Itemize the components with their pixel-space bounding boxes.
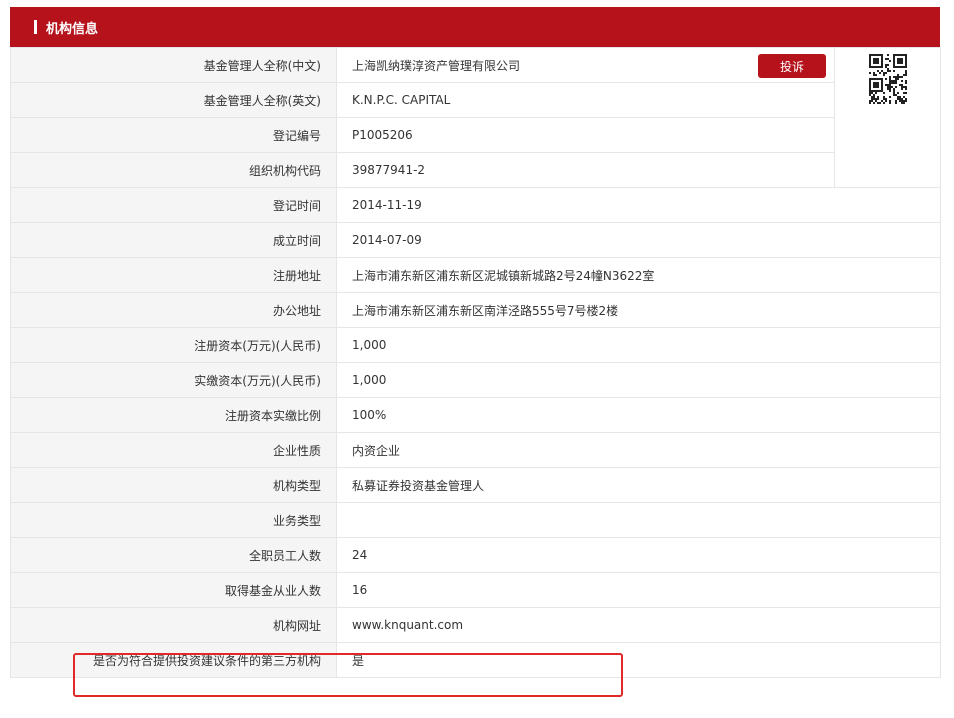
row-label: 是否为符合提供投资建议条件的第三方机构 <box>10 642 337 678</box>
row-label: 注册资本实缴比例 <box>10 397 337 433</box>
row-value: 2014-11-19 <box>336 187 941 223</box>
table-row: 登记时间 2014-11-19 <box>10 187 941 223</box>
row-value: 2014-07-09 <box>336 222 941 258</box>
row-label: 全职员工人数 <box>10 537 337 573</box>
row-label: 业务类型 <box>10 502 337 538</box>
row-value: 100% <box>336 397 941 433</box>
table-row: 基金管理人全称(英文) K.N.P.C. CAPITAL <box>10 82 941 118</box>
header-accent-bar <box>34 20 37 34</box>
row-value: 是 <box>336 642 941 678</box>
row-label: 基金管理人全称(中文) <box>10 47 337 83</box>
section-header: 机构信息 <box>10 7 940 47</box>
row-value: 24 <box>336 537 941 573</box>
row-value: 1,000 <box>336 362 941 398</box>
table-row: 成立时间 2014-07-09 <box>10 222 941 258</box>
row-label: 组织机构代码 <box>10 152 337 188</box>
row-value: 39877941-2 <box>336 152 835 188</box>
row-label: 企业性质 <box>10 432 337 468</box>
row-value: 私募证券投资基金管理人 <box>336 467 941 503</box>
qr-code-icon[interactable] <box>868 54 907 107</box>
table-row: 注册地址 上海市浦东新区浦东新区泥城镇新城路2号24幢N3622室 <box>10 257 941 293</box>
row-value-cell: 上海凯纳璞淳资产管理有限公司 投诉 <box>336 47 835 83</box>
website-link[interactable]: www.knquant.com <box>336 607 941 643</box>
row-value: 内资企业 <box>336 432 941 468</box>
row-label: 办公地址 <box>10 292 337 328</box>
table-row: 登记编号 P1005206 <box>10 117 941 153</box>
row-label: 成立时间 <box>10 222 337 258</box>
table-row: 企业性质 内资企业 <box>10 432 941 468</box>
complain-button[interactable]: 投诉 <box>758 54 826 78</box>
table-row: 取得基金从业人数 16 <box>10 572 941 608</box>
table-row: 注册资本(万元)(人民币) 1,000 <box>10 327 941 363</box>
table-row: 业务类型 <box>10 502 941 538</box>
table-row: 实缴资本(万元)(人民币) 1,000 <box>10 362 941 398</box>
table-row: 全职员工人数 24 <box>10 537 941 573</box>
row-label: 取得基金从业人数 <box>10 572 337 608</box>
row-value: 上海凯纳璞淳资产管理有限公司 <box>352 58 521 73</box>
row-label: 机构网址 <box>10 607 337 643</box>
row-label: 机构类型 <box>10 467 337 503</box>
table-row: 注册资本实缴比例 100% <box>10 397 941 433</box>
qr-code-graphic <box>868 54 907 104</box>
row-label: 登记编号 <box>10 117 337 153</box>
info-table: 基金管理人全称(中文) 上海凯纳璞淳资产管理有限公司 投诉 基金管理人全称(英文… <box>10 47 941 678</box>
table-row: 基金管理人全称(中文) 上海凯纳璞淳资产管理有限公司 投诉 <box>10 47 941 188</box>
row-value <box>336 502 941 538</box>
table-row: 是否为符合提供投资建议条件的第三方机构 是 <box>10 642 941 678</box>
row-label: 实缴资本(万元)(人民币) <box>10 362 337 398</box>
row-label: 基金管理人全称(英文) <box>10 82 337 118</box>
table-row: 组织机构代码 39877941-2 <box>10 152 941 188</box>
row-value: 上海市浦东新区浦东新区南洋泾路555号7号楼2楼 <box>336 292 941 328</box>
row-value: K.N.P.C. CAPITAL <box>336 82 835 118</box>
row-value: 1,000 <box>336 327 941 363</box>
table-row: 机构类型 私募证券投资基金管理人 <box>10 467 941 503</box>
row-label: 登记时间 <box>10 187 337 223</box>
table-row: 机构网址 www.knquant.com <box>10 607 941 643</box>
institution-info-panel: 机构信息 基金管理人全称(中文) 上海凯纳璞淳资产管理有限公司 投诉 基金管理人… <box>10 7 941 678</box>
row-value: 上海市浦东新区浦东新区泥城镇新城路2号24幢N3622室 <box>336 257 941 293</box>
section-title: 机构信息 <box>46 21 99 37</box>
row-value: 16 <box>336 572 941 608</box>
qr-cell <box>834 47 941 188</box>
row-label: 注册资本(万元)(人民币) <box>10 327 337 363</box>
row-value: P1005206 <box>336 117 835 153</box>
row-label: 注册地址 <box>10 257 337 293</box>
table-row: 办公地址 上海市浦东新区浦东新区南洋泾路555号7号楼2楼 <box>10 292 941 328</box>
